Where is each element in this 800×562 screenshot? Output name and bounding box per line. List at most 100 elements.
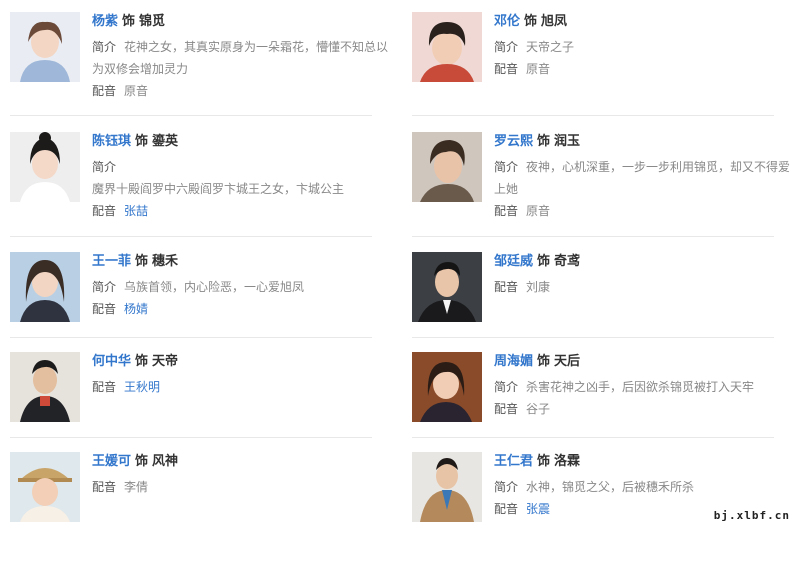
actor-photo[interactable] xyxy=(10,352,80,422)
voice-row: 配音 李倩 xyxy=(92,476,392,498)
intro-text: 乌族首领，内心险恶，一心爱旭凤 xyxy=(124,280,305,294)
actor-name-link[interactable]: 王仁君 xyxy=(494,454,533,469)
as-label: 饰 xyxy=(524,14,538,29)
cast-title: 邹廷威饰奇鸢 xyxy=(494,252,794,272)
voice-label: 配音 xyxy=(494,402,519,416)
intro-label: 简介 xyxy=(494,160,519,174)
divider xyxy=(10,115,372,116)
cast-title: 陈钰琪饰鎏英 xyxy=(92,132,392,152)
actor-photo[interactable] xyxy=(412,352,482,422)
as-label: 饰 xyxy=(537,354,551,369)
as-label: 饰 xyxy=(135,354,149,369)
voice-actor: 李倩 xyxy=(124,480,149,494)
actor-photo[interactable] xyxy=(10,452,80,522)
voice-actor-link[interactable]: 杨婧 xyxy=(124,302,148,316)
voice-actor: 原音 xyxy=(124,84,149,98)
role-name: 鎏英 xyxy=(152,134,179,149)
intro-row: 简介 天帝之子 xyxy=(494,36,794,58)
actor-photo[interactable] xyxy=(412,12,482,82)
divider xyxy=(412,115,774,116)
actor-photo[interactable] xyxy=(412,452,482,522)
actor-photo[interactable] xyxy=(10,12,80,82)
voice-label: 配音 xyxy=(92,84,117,98)
voice-actor-link[interactable]: 张震 xyxy=(526,502,550,516)
voice-row: 配音 杨婧 xyxy=(92,298,392,320)
cast-title: 王仁君饰洛霖 xyxy=(494,452,794,472)
intro-label: 简介 xyxy=(494,480,519,494)
role-name: 穗禾 xyxy=(152,254,179,269)
as-label: 饰 xyxy=(537,134,551,149)
cast-card: 罗云熙饰润玉 简介 夜神，心机深重，一步一步利用锦觅，却又不得爱上她 配音 原音 xyxy=(412,132,800,242)
cast-card: 何中华饰天帝 配音 王秋明 xyxy=(10,352,400,462)
intro-row: 简介 乌族首领，内心险恶，一心爱旭凤 xyxy=(92,276,392,298)
voice-actor: 刘康 xyxy=(526,280,551,294)
cast-card: 周海媚饰天后 简介 杀害花神之凶手，后因欲杀锦觅被打入天牢 配音 谷子 xyxy=(412,352,800,462)
intro-text: 天帝之子 xyxy=(526,40,575,54)
actor-name-link[interactable]: 何中华 xyxy=(92,354,131,369)
divider xyxy=(10,437,372,438)
actor-photo[interactable] xyxy=(412,132,482,202)
role-name: 奇鸢 xyxy=(554,254,581,269)
role-name: 洛霖 xyxy=(554,454,581,469)
cast-title: 邓伦饰旭凤 xyxy=(494,12,794,32)
actor-name-link[interactable]: 罗云熙 xyxy=(494,134,533,149)
cast-card: 杨紫饰锦觅 简介 花神之女，其真实原身为一朵霜花，懵懂不知总以为双修会增加灵力 配… xyxy=(10,12,400,122)
voice-row: 配音 原音 xyxy=(494,58,794,80)
as-label: 饰 xyxy=(537,454,551,469)
voice-actor: 原音 xyxy=(526,62,551,76)
actor-name-link[interactable]: 王媛可 xyxy=(92,454,131,469)
intro-label: 简介 xyxy=(494,380,519,394)
intro-text: 杀害花神之凶手，后因欲杀锦觅被打入天牢 xyxy=(526,380,755,394)
actor-name-link[interactable]: 邓伦 xyxy=(494,14,520,29)
voice-actor: 谷子 xyxy=(526,402,551,416)
divider xyxy=(412,236,774,237)
actor-photo[interactable] xyxy=(10,132,80,202)
voice-label: 配音 xyxy=(92,204,117,218)
actor-name-link[interactable]: 陈钰琪 xyxy=(92,134,131,149)
voice-label: 配音 xyxy=(494,280,519,294)
intro-text: 魔界十殿阎罗中六殿阎罗卞城王之女，卞城公主 xyxy=(92,182,345,196)
voice-label: 配音 xyxy=(494,62,519,76)
divider xyxy=(10,337,372,338)
role-name: 润玉 xyxy=(554,134,581,149)
actor-name-link[interactable]: 周海媚 xyxy=(494,354,533,369)
intro-row: 简介 杀害花神之凶手，后因欲杀锦觅被打入天牢 xyxy=(494,376,794,398)
intro-label: 简介 xyxy=(92,160,117,174)
intro-label: 简介 xyxy=(92,40,117,54)
cast-title: 罗云熙饰润玉 xyxy=(494,132,794,152)
role-name: 锦觅 xyxy=(139,14,166,29)
voice-row: 配音 谷子 xyxy=(494,398,794,420)
role-name: 旭凤 xyxy=(541,14,568,29)
intro-text: 水神，锦觅之父，后被穗禾所杀 xyxy=(526,480,695,494)
voice-label: 配音 xyxy=(92,380,117,394)
cast-card: 陈钰琪饰鎏英 简介 魔界十殿阎罗中六殿阎罗卞城王之女，卞城公主 配音 张喆 xyxy=(10,132,400,242)
voice-row: 配音 王秋明 xyxy=(92,376,392,398)
voice-label: 配音 xyxy=(494,502,519,516)
actor-photo[interactable] xyxy=(412,252,482,322)
voice-label: 配音 xyxy=(92,302,117,316)
actor-name-link[interactable]: 杨紫 xyxy=(92,14,118,29)
cast-card: 邓伦饰旭凤 简介 天帝之子 配音 原音 xyxy=(412,12,800,122)
actor-photo[interactable] xyxy=(10,252,80,322)
voice-actor: 原音 xyxy=(526,204,551,218)
voice-actor-link[interactable]: 张喆 xyxy=(124,204,148,218)
as-label: 饰 xyxy=(122,14,136,29)
intro-row: 简介 水神，锦觅之父，后被穗禾所杀 xyxy=(494,476,794,498)
intro-row: 简介 花神之女，其真实原身为一朵霜花，懵懂不知总以为双修会增加灵力 xyxy=(92,36,392,80)
cast-title: 杨紫饰锦觅 xyxy=(92,12,392,32)
voice-row: 配音 张喆 xyxy=(92,200,392,222)
cast-list: 杨紫饰锦觅 简介 花神之女，其真实原身为一朵霜花，懵懂不知总以为双修会增加灵力 配… xyxy=(0,0,800,528)
cast-title: 何中华饰天帝 xyxy=(92,352,392,372)
cast-card: 王仁君饰洛霖 简介 水神，锦觅之父，后被穗禾所杀 配音 张震 xyxy=(412,452,800,562)
actor-name-link[interactable]: 王一菲 xyxy=(92,254,131,269)
voice-row: 配音 原音 xyxy=(92,80,392,102)
voice-actor-link[interactable]: 王秋明 xyxy=(124,380,160,394)
intro-text: 花神之女，其真实原身为一朵霜花，懵懂不知总以为双修会增加灵力 xyxy=(92,40,389,76)
cast-card: 王媛可饰风神 配音 李倩 xyxy=(10,452,400,562)
role-name: 风神 xyxy=(152,454,179,469)
actor-name-link[interactable]: 邹廷威 xyxy=(494,254,533,269)
divider xyxy=(412,337,774,338)
intro-row: 简介 xyxy=(92,156,392,178)
cast-title: 周海媚饰天后 xyxy=(494,352,794,372)
intro-label: 简介 xyxy=(92,280,117,294)
